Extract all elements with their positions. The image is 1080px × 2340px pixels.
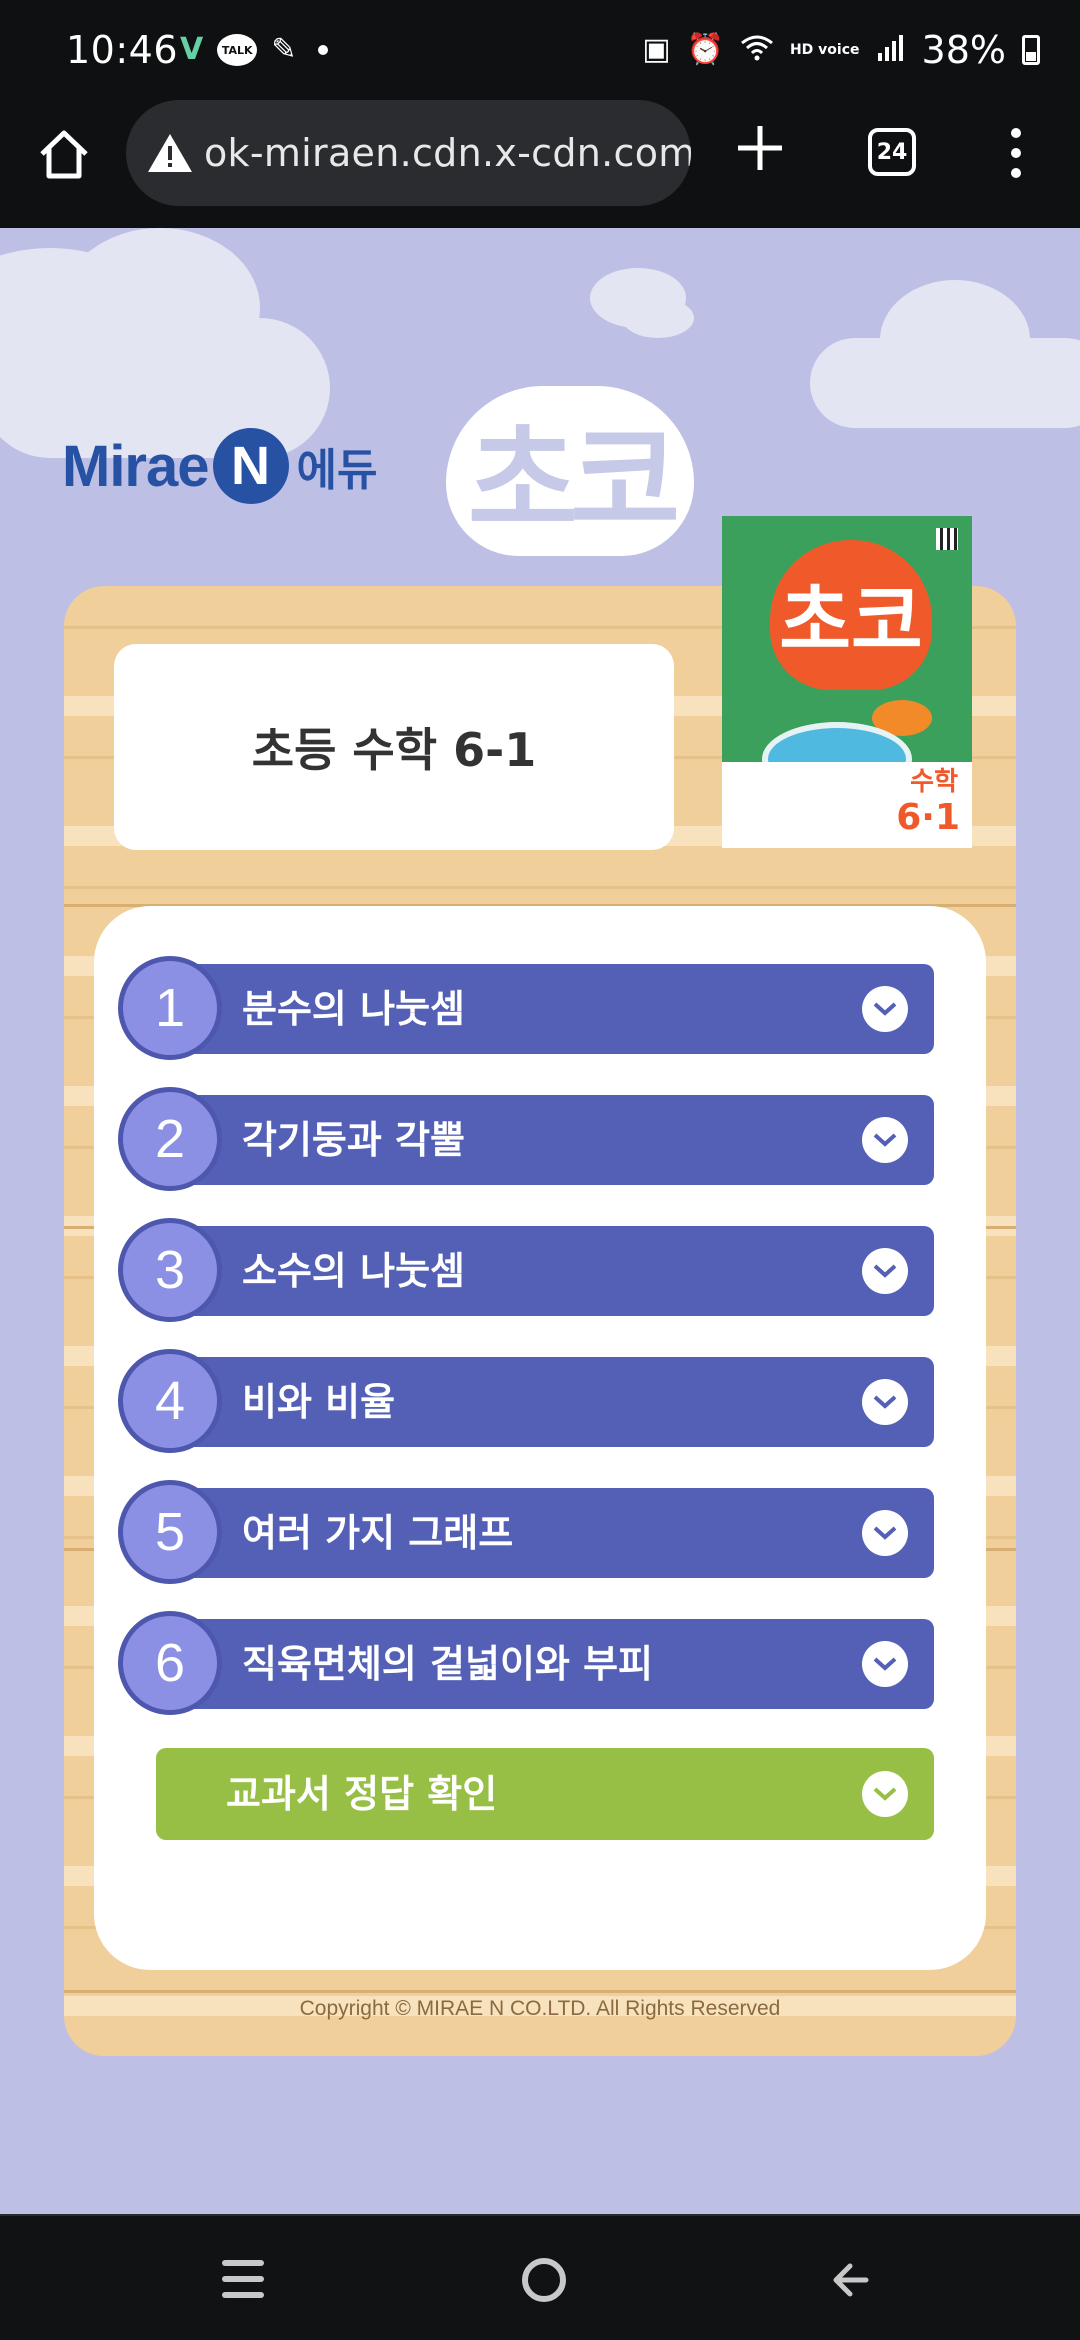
chevron-down-icon[interactable] [862,1510,908,1556]
cloud-decoration [622,298,694,338]
web-page: Mirae N 에듀 초코 초등 수학 6-1 1 분수의 나눗셈 2 각기둥과… [0,228,1080,2214]
nfc-icon: ▣ [642,32,671,67]
warning-icon[interactable] [146,131,194,175]
v-app-icon: V [180,32,204,67]
signal-icon [876,33,906,67]
copyright-text: Copyright © MIRAE N CO.LTD. All Rights R… [299,1997,781,2020]
more-notifications-dot-icon [318,45,329,55]
home-circle-icon[interactable] [522,2258,566,2302]
alarm-icon: ⏰ [686,32,724,67]
cover-grade: 6·1 [896,797,960,838]
chapter-list-panel: 1 분수의 나눗셈 2 각기둥과 각뿔 3 소수의 나눗셈 4 비와 비율 5 … [94,906,986,1970]
status-bar: 10:46 V TALK ✎ ▣ ⏰ HD voice 38% [0,0,1080,100]
chapter-title: 소수의 나눗셈 [242,1249,465,1293]
chapter-title: 직육면체의 겉넓이와 부피 [242,1642,654,1686]
chapter-item-3[interactable]: 3 소수의 나눗셈 [118,1218,934,1322]
chapter-item-2[interactable]: 2 각기둥과 각뿔 [118,1087,934,1191]
chapter-item-6[interactable]: 6 직육면체의 겉넓이와 부피 [118,1611,934,1715]
book-title-card: 초등 수학 6-1 [114,644,674,850]
logo-text: Mirae [62,433,210,499]
new-tab-button[interactable] [732,120,788,176]
chapter-title: 각기둥과 각뿔 [242,1118,465,1162]
tab-switcher-button[interactable]: 24 [868,128,916,176]
chapter-title: 비와 비율 [242,1380,396,1424]
qr-code-icon [936,528,958,550]
notification-icons: V TALK ✎ [180,32,329,67]
system-navigation-bar [0,2214,1080,2340]
cover-series-logo: 초코 [770,540,932,690]
logo-n-mark: N [212,428,289,504]
logo-edu-text: 에듀 [296,445,378,496]
choco-series-logo: 초코 [446,386,694,556]
cover-subject: 수학 [910,767,958,797]
chevron-down-icon[interactable] [862,986,908,1032]
home-icon[interactable] [34,124,94,184]
mirae-n-edu-logo: Mirae N 에듀 [62,428,377,504]
back-icon[interactable] [826,2258,870,2302]
answer-check-label: 교과서 정답 확인 [226,1772,498,1816]
chapter-number: 1 [118,956,222,1060]
recent-apps-icon[interactable] [222,2260,264,2298]
board-seam [64,1990,1016,1993]
hd-voice-icon: HD voice [789,42,860,58]
chapter-number: 3 [118,1218,222,1322]
book-cover-image: 초코 수학 6·1 [722,516,972,848]
battery-percent: 38% [921,28,1006,72]
chapter-item-5[interactable]: 5 여러 가지 그래프 [118,1480,934,1584]
chevron-down-icon[interactable] [862,1379,908,1425]
chapter-title: 분수의 나눗셈 [242,987,465,1031]
url-text[interactable]: ok-miraen.cdn.x-cdn.com [204,131,691,175]
chapter-number: 6 [118,1611,222,1715]
chapter-number: 2 [118,1087,222,1191]
cloud-decoration [810,338,1080,428]
page-title: 초등 수학 6-1 [251,723,537,777]
chevron-down-icon[interactable] [862,1641,908,1687]
chevron-down-icon[interactable] [862,1771,908,1817]
chapter-item-4[interactable]: 4 비와 비율 [118,1349,934,1453]
feather-icon: ✎ [271,32,297,67]
status-time: 10:46 [66,28,179,72]
chapter-item-1[interactable]: 1 분수의 나눗셈 [118,956,934,1060]
wifi-icon [740,33,774,67]
chevron-down-icon[interactable] [862,1248,908,1294]
system-indicators: ▣ ⏰ HD voice 38% [642,28,1040,72]
address-bar[interactable]: ok-miraen.cdn.x-cdn.com [126,100,691,206]
chapter-title: 여러 가지 그래프 [242,1511,514,1555]
chevron-down-icon[interactable] [862,1117,908,1163]
more-menu-icon[interactable] [1004,128,1028,178]
answer-check-button[interactable]: 교과서 정답 확인 [156,1748,934,1840]
chapter-number: 4 [118,1349,222,1453]
battery-icon [1022,35,1040,65]
kakaotalk-icon: TALK [217,34,258,66]
chapter-number: 5 [118,1480,222,1584]
